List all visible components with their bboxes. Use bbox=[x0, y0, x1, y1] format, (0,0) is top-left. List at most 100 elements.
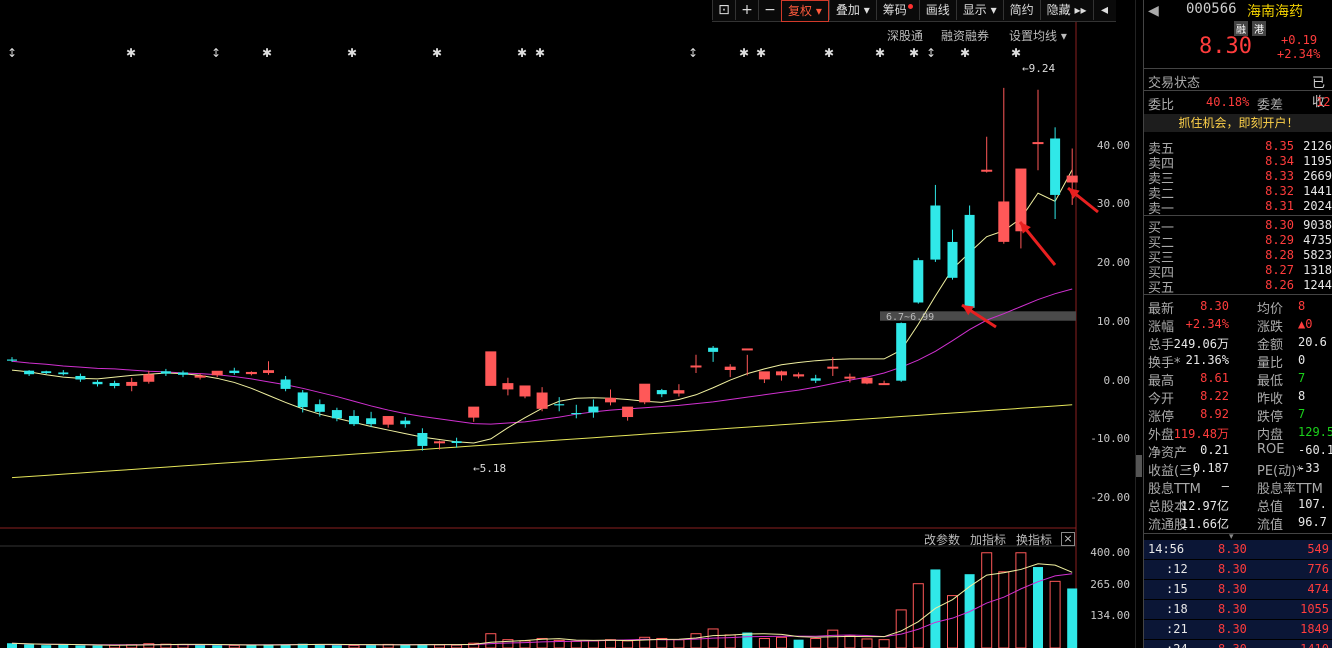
candle-body bbox=[639, 383, 651, 403]
candlestick-svg: ↕ ✱ ↕ ✱ ✱ ✱ ✱ ✱ ↕ ✱ ✱ ✱ ✱ ✱ ↕ ✱ ✱ bbox=[0, 0, 1136, 648]
candle-body bbox=[605, 397, 616, 403]
candle-body bbox=[485, 351, 497, 386]
event-marker-icon[interactable]: ✱ bbox=[126, 46, 136, 60]
candle-body bbox=[349, 415, 359, 425]
jiazhibiao-link[interactable]: 加指标 bbox=[970, 531, 1006, 548]
stat-value: 8 bbox=[1298, 299, 1306, 313]
back-arrow-icon[interactable]: ◀ bbox=[1148, 3, 1159, 19]
event-marker-icon[interactable]: ↕ bbox=[926, 46, 936, 60]
volume-bar bbox=[861, 638, 873, 648]
stat-value: — bbox=[1221, 479, 1229, 493]
stat-label: 外盘 bbox=[1148, 428, 1175, 443]
volume-bar bbox=[519, 640, 531, 648]
stat-value: 96.7 bbox=[1298, 515, 1327, 529]
bid-volume: 5823 bbox=[1303, 248, 1332, 262]
candle-body bbox=[896, 323, 907, 381]
tick-price: 8.30 bbox=[1218, 622, 1247, 636]
event-marker-icon[interactable]: ↕ bbox=[7, 46, 17, 60]
stat-value: 7 bbox=[1298, 371, 1306, 385]
volume-bar bbox=[981, 552, 993, 648]
candle-body bbox=[263, 370, 274, 373]
volume-bar bbox=[587, 640, 599, 648]
splitter-handle[interactable] bbox=[1136, 455, 1142, 477]
candle-body bbox=[964, 214, 975, 308]
huanzhibiao-link[interactable]: 换指标 bbox=[1016, 531, 1052, 548]
candle-body bbox=[109, 383, 120, 386]
tick-time: :24 bbox=[1166, 640, 1188, 648]
ask-volume: 1195 bbox=[1303, 154, 1332, 168]
event-marker-icon[interactable]: ↕ bbox=[211, 46, 221, 60]
stat-label: 今开 bbox=[1148, 392, 1175, 407]
stat-label: 涨幅 bbox=[1148, 320, 1175, 335]
tick-row: :21 8.30 1849 bbox=[1144, 620, 1332, 639]
event-marker-icon[interactable]: ✱ bbox=[875, 46, 885, 60]
stat-label: 最新 bbox=[1148, 302, 1175, 317]
event-marker-icon[interactable]: ✱ bbox=[535, 46, 545, 60]
candle-body bbox=[622, 406, 634, 418]
open-account-banner[interactable]: 抓住机会，即刻开户！ bbox=[1144, 114, 1332, 132]
volume-bar bbox=[758, 637, 770, 648]
stat-label: 涨跌 bbox=[1257, 320, 1284, 335]
high-annotation: ←9.24 bbox=[1022, 62, 1056, 75]
stat-value: 107. bbox=[1298, 497, 1327, 511]
gaicanshu-link[interactable]: 改参数 bbox=[924, 531, 960, 548]
event-marker-icon[interactable]: ↕ bbox=[688, 46, 698, 60]
stat-label: 最高 bbox=[1148, 374, 1175, 389]
candle-body bbox=[1032, 142, 1044, 145]
event-marker-icon[interactable]: ✱ bbox=[1011, 46, 1021, 60]
candle-body bbox=[571, 413, 582, 415]
close-indicator-icon[interactable]: × bbox=[1061, 532, 1075, 546]
event-marker-icon[interactable]: ✱ bbox=[517, 46, 527, 60]
candle-body bbox=[245, 371, 257, 375]
divider bbox=[1144, 68, 1332, 69]
volume-bar bbox=[998, 571, 1010, 648]
candle-body bbox=[998, 201, 1010, 242]
stat-label: 金额 bbox=[1257, 338, 1284, 353]
gang-tag: 港 bbox=[1252, 21, 1266, 36]
volume-axis-label: 265.00 bbox=[1090, 577, 1130, 591]
price-axis-label: 30.00 bbox=[1096, 197, 1130, 211]
price-axis-label: -20.00 bbox=[1090, 491, 1130, 505]
bid-volume: 1244 bbox=[1303, 278, 1332, 292]
tick-price: 8.30 bbox=[1218, 582, 1247, 596]
tick-volume: 474 bbox=[1307, 582, 1329, 596]
candle-body bbox=[434, 441, 445, 444]
weibi-label: 委比 bbox=[1148, 98, 1175, 113]
event-marker-icon[interactable]: ✱ bbox=[347, 46, 357, 60]
tick-time: :15 bbox=[1166, 582, 1188, 596]
stat-label: 总值 bbox=[1257, 500, 1284, 515]
stat-value: +2.34% bbox=[1185, 317, 1229, 331]
candle-body bbox=[519, 385, 531, 397]
event-marker-icon[interactable]: ✱ bbox=[262, 46, 272, 60]
candle-body bbox=[793, 374, 805, 377]
event-marker-icon[interactable]: ✱ bbox=[756, 46, 766, 60]
stat-label: 股息率TTM bbox=[1257, 482, 1323, 497]
tick-price: 8.30 bbox=[1218, 542, 1247, 556]
bid-volume: 9038 bbox=[1303, 218, 1332, 232]
candle-body bbox=[92, 381, 103, 385]
event-marker-icon[interactable]: ✱ bbox=[960, 46, 970, 60]
event-marker-icon[interactable]: ✱ bbox=[739, 46, 749, 60]
candle-body bbox=[211, 370, 223, 376]
candle-body bbox=[382, 416, 394, 425]
stat-label: 涨停 bbox=[1148, 410, 1175, 425]
stat-value: 8.92 bbox=[1200, 407, 1229, 421]
candle-body bbox=[41, 371, 52, 374]
stat-label: 净资产 bbox=[1148, 446, 1188, 461]
candle-body bbox=[126, 381, 138, 386]
stat-label: PE(动)* bbox=[1257, 464, 1303, 479]
candle-body bbox=[58, 372, 69, 375]
candle-body bbox=[400, 420, 411, 425]
event-marker-icon[interactable]: ✱ bbox=[432, 46, 442, 60]
volume-bar bbox=[724, 634, 736, 648]
bid-volume: 4735 bbox=[1303, 233, 1332, 247]
kline-chart-area[interactable]: ⊡ + − 复权 ▾ 叠加 ▾ 筹码 画线 显示 ▾ 简约 隐藏 ▸▸ ◂ 深股… bbox=[0, 0, 1142, 648]
volume-bar bbox=[827, 629, 839, 648]
divider bbox=[1144, 90, 1332, 91]
candle-body bbox=[656, 390, 667, 395]
price-axis-label: 10.00 bbox=[1096, 314, 1130, 328]
candle-body bbox=[366, 418, 377, 425]
event-marker-icon[interactable]: ✱ bbox=[824, 46, 834, 60]
candle-body bbox=[861, 377, 873, 384]
event-marker-icon[interactable]: ✱ bbox=[909, 46, 919, 60]
